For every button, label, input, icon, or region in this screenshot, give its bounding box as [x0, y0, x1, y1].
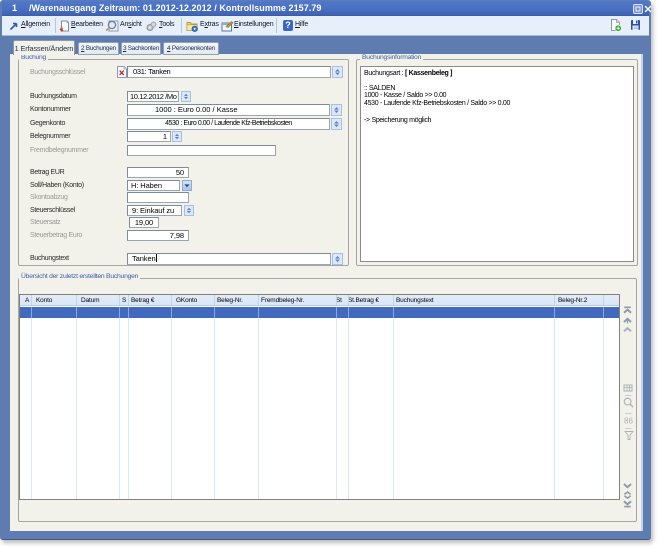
svg-text:86: 86: [624, 417, 633, 426]
